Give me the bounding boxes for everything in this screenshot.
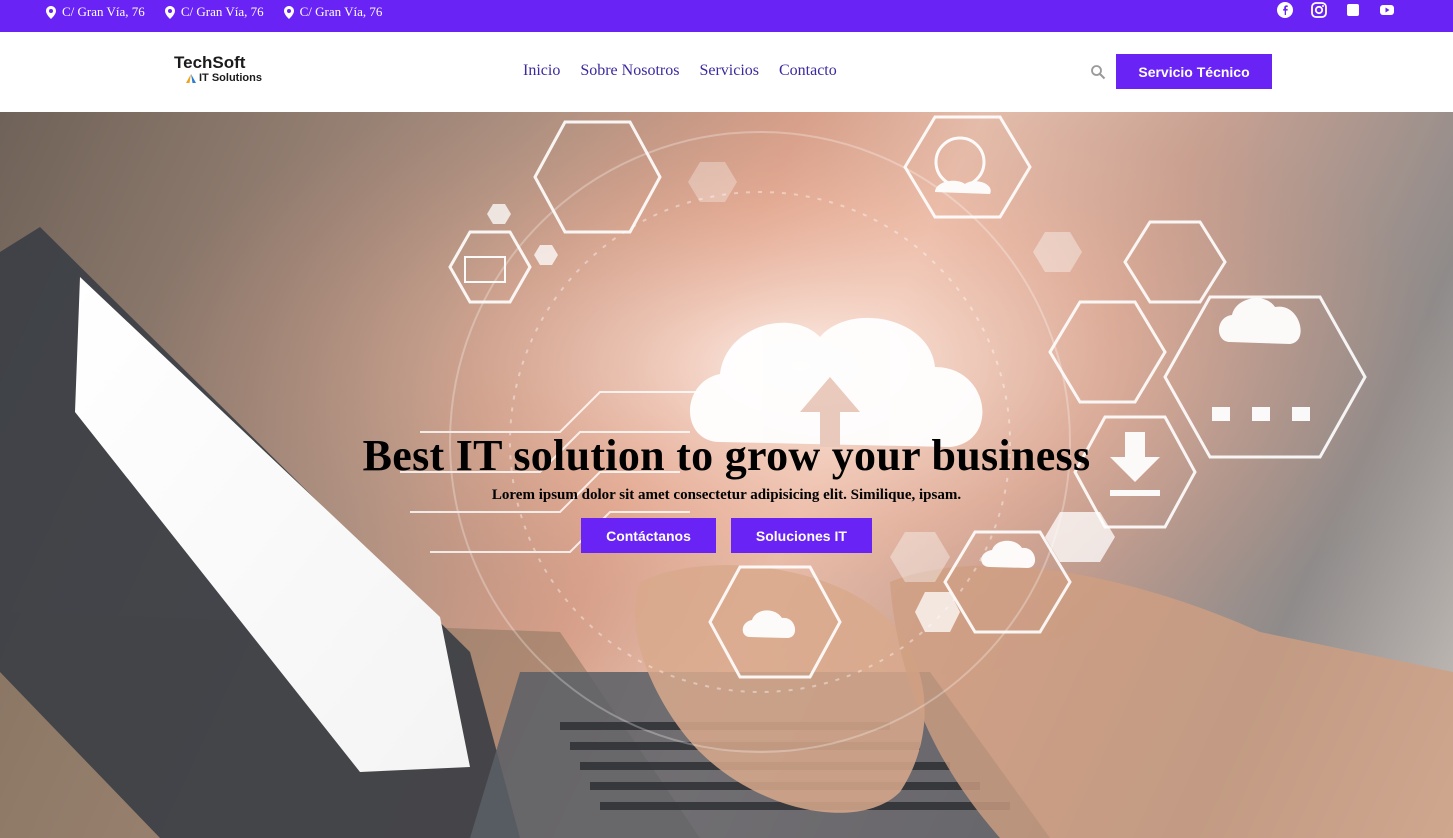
servicio-tecnico-button[interactable]: Servicio Técnico [1116, 54, 1272, 89]
address-item: C/ Gran Vía, 76 [46, 4, 145, 20]
logo-triangle-icon [186, 73, 196, 83]
location-pin-icon [46, 5, 56, 19]
address-text: C/ Gran Vía, 76 [180, 4, 264, 19]
hero-title: Best IT solution to grow your business [362, 431, 1091, 480]
soluciones-it-button[interactable]: Soluciones IT [730, 518, 872, 553]
instagram-icon[interactable] [1311, 2, 1327, 18]
logo-tagline: IT Solutions [199, 72, 262, 84]
hero-content: Best IT solution to grow your business L… [0, 430, 1453, 553]
contactanos-button[interactable]: Contáctanos [581, 518, 716, 553]
nav-link-contacto[interactable]: Contacto [779, 62, 837, 80]
logo-tagline-row: IT Solutions [186, 72, 262, 84]
main-nav: Inicio Sobre Nosotros Servicios Contacto [523, 62, 837, 80]
hero-buttons: Contáctanos Soluciones IT [0, 518, 1453, 553]
site-header: TechSoft IT Solutions Inicio Sobre Nosot… [0, 32, 1453, 112]
logo[interactable]: TechSoft IT Solutions [174, 53, 262, 85]
hero-section: Best IT solution to grow your business L… [0, 112, 1453, 838]
youtube-icon[interactable] [1379, 2, 1395, 18]
address-text: C/ Gran Vía, 76 [62, 4, 145, 19]
nav-link-servicios[interactable]: Servicios [699, 62, 759, 80]
address-text: C/ Gran Vía, 76 [299, 4, 383, 19]
nav-link-sobre-nosotros[interactable]: Sobre Nosotros [580, 62, 679, 80]
address-list: C/ Gran Vía, 76 C/ Gran Vía, 76 C/ Gran … [46, 0, 382, 24]
location-pin-icon [164, 5, 175, 19]
top-bar: C/ Gran Vía, 76 C/ Gran Vía, 76 C/ Gran … [0, 0, 1453, 32]
square-icon[interactable] [1345, 2, 1361, 18]
address-item: C/ Gran Vía, 76 [164, 4, 264, 20]
logo-brand: TechSoft [174, 53, 246, 72]
address-item: C/ Gran Vía, 76 [283, 4, 383, 20]
search-icon[interactable] [1090, 64, 1106, 80]
social-links [1277, 2, 1395, 18]
facebook-icon[interactable] [1277, 2, 1293, 18]
nav-link-inicio[interactable]: Inicio [523, 62, 560, 80]
hero-subtitle: Lorem ipsum dolor sit amet consectetur a… [491, 487, 962, 503]
location-pin-icon [283, 5, 294, 19]
